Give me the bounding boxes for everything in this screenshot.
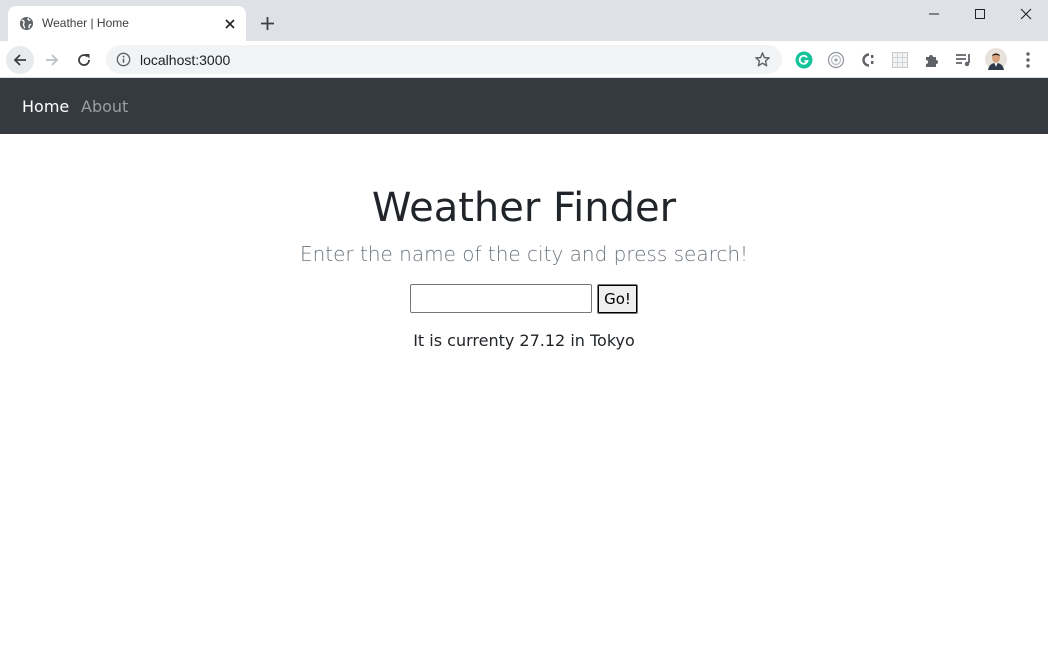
browser-toolbar: localhost:3000: [0, 41, 1048, 78]
weather-result-text: It is currenty 27.12 in Tokyo: [413, 331, 635, 350]
kebab-menu-icon[interactable]: [1018, 50, 1038, 70]
media-queue-icon[interactable]: [954, 50, 974, 70]
arrow-right-icon: [46, 54, 59, 66]
nav-link-about[interactable]: About: [81, 97, 128, 116]
arrow-left-icon: [13, 54, 26, 66]
grid-extension-icon[interactable]: [890, 50, 910, 70]
minimize-icon[interactable]: [911, 4, 957, 24]
page-subtitle: Enter the name of the city and press sea…: [299, 242, 749, 266]
globe-icon: [19, 16, 34, 31]
tab-title: Weather | Home: [42, 16, 129, 30]
plus-icon[interactable]: [259, 15, 276, 32]
city-search-input[interactable]: [410, 284, 592, 313]
browser-tab-strip: Weather | Home: [0, 0, 1048, 41]
page-title: Weather Finder: [371, 185, 677, 231]
grammarly-icon[interactable]: [794, 50, 814, 70]
forward-button[interactable]: [38, 46, 66, 74]
nav-link-home[interactable]: Home: [22, 97, 69, 116]
window-close-icon[interactable]: [1003, 4, 1048, 24]
url-text[interactable]: localhost:3000: [140, 52, 230, 68]
address-bar[interactable]: localhost:3000: [106, 45, 782, 74]
puzzle-icon[interactable]: [922, 50, 942, 70]
main-content: Weather Finder Enter the name of the cit…: [0, 134, 1048, 646]
extension-c-icon[interactable]: [858, 50, 878, 70]
close-icon[interactable]: [222, 16, 238, 32]
browser-tab[interactable]: Weather | Home: [8, 6, 246, 41]
star-icon[interactable]: [754, 51, 771, 68]
back-button[interactable]: [6, 46, 34, 74]
site-navbar: Home About: [0, 78, 1048, 134]
avatar[interactable]: [985, 48, 1007, 70]
maximize-icon[interactable]: [957, 4, 1003, 24]
go-button[interactable]: Go!: [597, 284, 638, 314]
target-icon[interactable]: [826, 50, 846, 70]
info-icon[interactable]: [116, 52, 131, 67]
reload-icon: [78, 54, 90, 66]
reload-button[interactable]: [70, 46, 98, 74]
